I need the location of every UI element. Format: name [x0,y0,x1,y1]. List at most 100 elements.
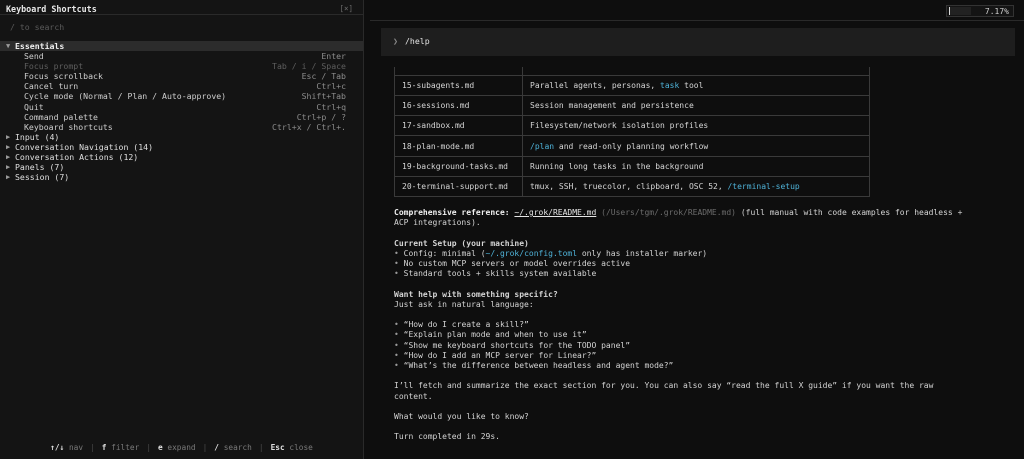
shortcut-row[interactable]: Send Enter [0,51,363,61]
shortcut-row[interactable]: Keyboard shortcuts Ctrl+x / Ctrl+. [0,122,363,132]
shortcut-label: Send [24,51,44,62]
doc-filename: 15-subagents.md [394,74,523,96]
doc-description: Parallel agents, personas, task tool [522,74,870,96]
tree-group-label: Essentials [15,41,65,51]
tree-group-label: Panels (7) [15,162,65,173]
setup-heading: Current Setup (your machine) [394,238,529,248]
table-row-partial [394,67,870,76]
shortcut-row[interactable]: Focus scrollback Esc / Tab [0,71,363,81]
shortcut-label: Focus scrollback [24,71,103,82]
table-row: 20-terminal-support.md tmux, SSH, truecol… [394,175,870,198]
reference-desc: (full manual with code examples for head… [740,208,963,217]
config-link[interactable]: ~/.grok/config.toml [486,249,578,258]
caret-down-icon: ▼ [6,42,11,50]
shortcut-row[interactable]: Cycle mode (Normal / Plan / Auto-approve… [0,91,363,101]
doc-filename: 16-sessions.md [394,94,523,117]
setup-item: • No custom MCP servers or model overrid… [394,259,631,268]
separator: | [146,443,152,452]
help-heading: Want help with something specific? [394,289,558,299]
fetch-note-cont: content. [394,391,433,401]
shortcut-row[interactable]: Command palette Ctrl+p / ? [0,112,363,122]
divider [0,14,363,15]
keyhint-action: expand [167,443,196,452]
tree-group-label: Session (7) [15,172,70,183]
caret-right-icon: ▶ [6,132,11,141]
doc-description: /plan and read-only planning workflow [522,135,870,157]
example-question: • “How do I create a skill?” [394,320,529,330]
help-subtext: Just ask in natural language: [394,299,534,309]
caret-right-icon: ▶ [6,153,11,162]
shortcuts-panel: Keyboard Shortcuts [×] / to search ▼ Esse… [0,0,364,459]
doc-description: Filesystem/network isolation profiles [522,115,870,137]
user-message: ❯ /help [381,28,1015,56]
keyhint: ↑/↓ nav [50,443,83,452]
shortcut-keys: Ctrl+q [316,101,346,112]
tree-group[interactable]: ▶ Conversation Actions (12) [0,152,363,162]
search-input[interactable]: / to search [10,22,64,32]
fetch-note: I’ll fetch and summarize the exact secti… [394,381,934,391]
shortcut-label: Focus prompt [24,61,84,72]
setup-item: • Standard tools + skills system availab… [394,269,597,279]
turn-status: Turn completed in 29s. [394,432,500,442]
shortcut-row[interactable]: Cancel turn Ctrl+c [0,81,363,91]
keyhint-footer: ↑/↓ nav | f filter | e expand | / search | Esc c… [0,443,363,452]
table-row: 18-plan-mode.md/plan and read-only plann… [394,135,870,157]
doc-description: Session management and persistence [522,94,870,117]
keyhint: Esc close [271,443,313,452]
keyhint: e expand [158,443,196,452]
command-highlight: task [660,80,680,90]
shortcut-label: Quit [24,101,44,112]
caret-right-icon: ▶ [6,173,11,182]
closing-question: What would you like to know? [394,411,529,421]
usage-bar-fill [948,7,951,15]
tree-group-label: Input (4) [15,131,60,142]
shortcut-label: Cancel turn [24,81,79,92]
reference-desc-cont: ACP integrations). [394,218,481,228]
context-usage-meter: 7.17% [945,5,1014,17]
tree-group[interactable]: ▶ Session (7) [0,172,363,182]
command-highlight: /plan [530,141,555,151]
caret-right-icon: ▶ [6,163,11,172]
shortcut-keys: Enter [321,51,346,62]
chat-panel: 7.17% ❯ /help 15-subagents.md Parallel ag… [370,0,1024,459]
chevron-right-icon: ❯ [393,36,398,46]
reference-line: Comprehensive reference: ~/.grok/README.… [394,208,1004,218]
command-highlight: /terminal-setup [727,182,800,192]
docs-table: 15-subagents.md Parallel agents, personas… [394,67,870,198]
shortcut-keys: Esc / Tab [301,71,346,82]
keyhint-key: Esc [270,443,285,452]
shortcut-keys: Shift+Tab [301,91,346,102]
doc-filename: 17-sandbox.md [394,115,523,137]
shortcut-row[interactable]: Focus prompt Tab / i / Space [0,61,363,71]
readme-path: (/Users/tgm/.grok/README.md) [601,208,736,217]
keyhint-key: f [101,443,107,452]
shortcut-label: Cycle mode (Normal / Plan / Auto-approve… [24,91,227,102]
tree-group-label: Conversation Navigation (14) [15,141,154,152]
example-question: • “Show me keyboard shortcuts for the TO… [394,340,631,350]
table-row: 16-sessions.md Session management and per… [394,94,870,117]
keyhint: / search [214,443,252,452]
readme-link[interactable]: ~/.grok/README.md [514,208,596,217]
close-button[interactable]: [×] [339,4,353,13]
table-row: 19-background-tasks.md Running long tasks… [394,155,870,177]
shortcut-keys: Ctrl+x / Ctrl+. [272,121,346,132]
shortcut-label: Keyboard shortcuts [24,121,113,132]
keyhint-action: search [223,443,252,452]
tree-group[interactable]: ▶ Panels (7) [0,162,363,172]
tree-group[interactable]: ▶ Input (4) [0,132,363,142]
shortcut-label: Command palette [24,111,98,122]
reference-label: Comprehensive reference: [394,208,510,217]
usage-percent: 7.17% [984,6,1009,16]
shortcut-row[interactable]: Quit Ctrl+q [0,102,363,112]
doc-description: tmux, SSH, truecolor, clipboard, OSC 52,… [522,175,870,198]
doc-filename: 19-background-tasks.md [394,155,523,177]
keyhint-action: nav [68,443,84,452]
shortcut-tree: ▼ Essentials Send Enter Focus prompt Tab / i … [0,41,363,182]
doc-filename: 18-plan-mode.md [394,135,523,157]
tree-group[interactable]: ▶ Conversation Navigation (14) [0,142,363,152]
keyhint: f filter [102,443,140,452]
keyhint-action: filter [111,443,140,452]
separator: | [202,443,208,452]
doc-filename: 20-terminal-support.md [394,175,523,198]
tree-group[interactable]: ▼ Essentials [0,41,363,52]
